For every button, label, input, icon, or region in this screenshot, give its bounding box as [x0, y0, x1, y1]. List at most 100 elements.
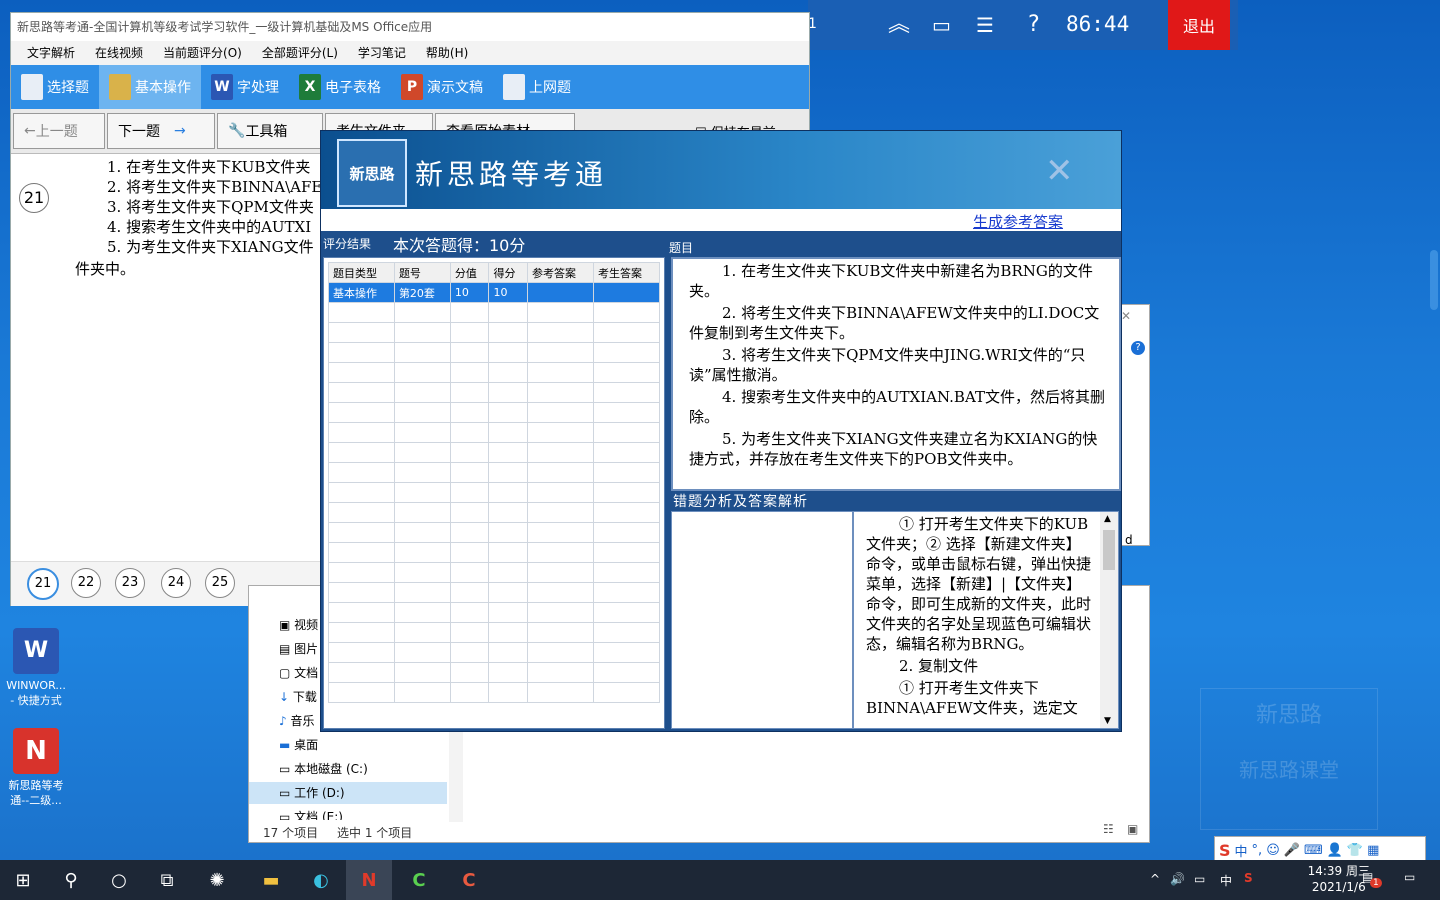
nav-item-desktop[interactable]: ▬ 桌面 [279, 736, 318, 753]
large-icons-view-icon[interactable]: ▣ [1127, 822, 1138, 836]
edge-browser-icon[interactable]: ◐ [298, 860, 344, 900]
nav-item-videos[interactable]: ▣ 视频 [279, 616, 318, 633]
desktop-icon-xinsilu[interactable]: N 新思路等考通--二级... [4, 728, 68, 808]
cortana-icon[interactable]: ○ [96, 860, 142, 900]
close-icon[interactable]: ✕ [1045, 151, 1074, 191]
menu-online-video[interactable]: 在线视频 [85, 41, 153, 65]
window-icon[interactable]: ▭ [932, 12, 951, 38]
page-23[interactable]: 23 [115, 568, 145, 598]
toolbox-button[interactable]: 🔧 工具箱 [217, 113, 323, 149]
grid-col-points[interactable]: 分值 [449, 262, 490, 283]
question-paragraph: 4. 搜索考生文件夹中的AUTXIAN.BAT文件，然后将其删除。 [689, 388, 1105, 426]
empty-row [328, 462, 661, 483]
next-question-button[interactable]: 下一题 → [107, 113, 215, 149]
punctuation-icon[interactable]: °, [1252, 843, 1263, 858]
close-icon[interactable]: ✕ [1121, 309, 1131, 323]
user-icon[interactable]: 👤 [1327, 843, 1343, 858]
desktop-icon-word[interactable]: W WINWOR... - 快捷方式 [4, 628, 68, 708]
document-icon: ▢ [279, 666, 295, 680]
page-22[interactable]: 22 [71, 568, 101, 598]
scroll-thumb[interactable] [1103, 530, 1115, 570]
question-line: 3. 将考生文件夹下QPM文件夹 [107, 198, 314, 216]
start-windows-icon[interactable]: ⊞ [0, 860, 46, 900]
task-view-icon[interactable]: ⧉ [144, 860, 190, 900]
question-paragraph: 5. 为考生文件夹下XIANG文件夹建立名为KXIANG的快捷方式，并存放在考生… [689, 430, 1098, 468]
generate-answer-link[interactable]: 生成参考答案 [973, 211, 1063, 232]
camtasia-red-icon[interactable]: C [446, 860, 492, 900]
nav-item-pictures[interactable]: ▤ 图片 [279, 640, 318, 657]
document-icon [21, 74, 43, 100]
empty-row [328, 422, 661, 443]
score-text: 本次答题得：10分 [393, 236, 526, 255]
tab-basic-operation[interactable]: 基本操作 [99, 65, 201, 109]
tab-word[interactable]: W 字处理 [201, 65, 289, 109]
empty-row [328, 322, 661, 343]
drive-icon: ▭ [279, 786, 295, 800]
question-text-panel[interactable]: 1. 在考生文件夹下KUB文件夹中新建名为BRNG的文件夹。 2. 将考生文件夹… [671, 257, 1121, 491]
nav-item-downloads[interactable]: ↓ 下载 [279, 688, 317, 705]
notification-badge: 1 [1370, 878, 1382, 888]
tab-internet[interactable]: 上网题 [493, 65, 581, 109]
score-grid: 题目类型 题号 分值 得分 参考答案 考生答案 基本操作 第20套 10 10 [328, 262, 661, 703]
analysis-scrollbar[interactable]: ▲ ▼ [1100, 512, 1118, 728]
scroll-up-icon[interactable]: ▲ [1104, 514, 1111, 524]
exit-button[interactable]: 退出 [1168, 0, 1230, 50]
microphone-icon[interactable]: 🎤 [1284, 843, 1300, 858]
menu-score-current[interactable]: 当前题评分(O) [153, 41, 252, 65]
prev-question-button[interactable]: ← 上一题 [13, 113, 105, 149]
menu-score-all[interactable]: 全部题评分(L) [252, 41, 348, 65]
clock[interactable]: 14:39 周三 2021/1/6 [1308, 863, 1370, 895]
camtasia-green-icon[interactable]: C [396, 860, 442, 900]
ime-mode[interactable]: 中 [1235, 841, 1248, 860]
menu-help[interactable]: 帮助(H) [416, 41, 478, 65]
analysis-list-panel[interactable] [671, 511, 853, 729]
collapse-icon[interactable]: ︽ [888, 12, 910, 38]
scroll-down-icon[interactable]: ▼ [1104, 716, 1111, 726]
help-icon[interactable]: ? [1028, 12, 1040, 38]
analysis-header: 错题分析及答案解析 [673, 494, 808, 510]
checklist-icon[interactable]: ☰ [976, 12, 994, 38]
analysis-text-panel[interactable]: ① 打开考生文件夹下的KUB文件夹；② 选择【新建文件夹】命令，或单击鼠标右键，… [853, 511, 1119, 729]
file-explorer-icon[interactable]: ▬ [248, 860, 294, 900]
nav-item-documents[interactable]: ▢ 文档 [279, 664, 318, 681]
nav-item-music[interactable]: ♪ 音乐 [279, 712, 315, 729]
tab-choice[interactable]: 选择题 [11, 65, 99, 109]
tab-powerpoint[interactable]: P 演示文稿 [391, 65, 493, 109]
search-icon[interactable]: ⚲ [48, 860, 94, 900]
nav-item-drive-d[interactable]: ▭ 工作 (D:) [249, 782, 447, 804]
grid-col-number[interactable]: 题号 [393, 262, 451, 283]
input-language[interactable]: 中 [1220, 872, 1232, 889]
sogou-tray-icon[interactable]: S [1244, 871, 1253, 885]
nav-item-drive-e[interactable]: ▭ 文档 (E:) [279, 808, 343, 820]
menu-study-notes[interactable]: 学习笔记 [348, 41, 416, 65]
empty-row [328, 562, 661, 583]
keyboard-icon[interactable]: ⌨ [1304, 843, 1323, 858]
empty-row [328, 342, 661, 363]
grid-col-reference[interactable]: 参考答案 [527, 262, 594, 283]
page-25[interactable]: 25 [205, 568, 235, 598]
skin-icon[interactable]: 👕 [1347, 843, 1363, 858]
grid-icon[interactable]: ▦ [1367, 843, 1379, 858]
menu-text-analysis[interactable]: 文字解析 [17, 41, 85, 65]
network-icon[interactable]: ▭ [1194, 872, 1205, 886]
table-row[interactable]: 基本操作 第20套 10 10 [328, 282, 661, 303]
tab-excel[interactable]: X 电子表格 [289, 65, 391, 109]
volume-icon[interactable]: 🔊 [1170, 872, 1185, 886]
empty-row [328, 622, 661, 643]
page-24[interactable]: 24 [161, 568, 191, 598]
page-21[interactable]: 21 [27, 568, 59, 600]
download-icon: ↓ [279, 690, 293, 704]
edge-scroll-indicator [1430, 250, 1438, 310]
grid-col-student[interactable]: 考生答案 [592, 262, 661, 283]
help-icon[interactable]: ? [1131, 341, 1145, 355]
grid-col-type[interactable]: 题目类型 [328, 262, 395, 283]
grid-col-score[interactable]: 得分 [488, 262, 529, 283]
xinsilu-taskbar-icon[interactable]: N [346, 860, 392, 900]
nav-item-drive-c[interactable]: ▭ 本地磁盘 (C:) [279, 760, 368, 777]
tray-chevron-icon[interactable]: ^ [1150, 872, 1160, 886]
system-tray: ^ 🔊 ▭ 中 S 14:39 周三 2021/1/6 ▤ 1 ▭ [1140, 860, 1440, 900]
pinwheel-app-icon[interactable]: ✺ [194, 860, 240, 900]
emoji-icon[interactable]: ☺ [1266, 843, 1280, 858]
details-view-icon[interactable]: ☷ [1103, 822, 1114, 836]
action-center-icon[interactable]: ▭ [1404, 870, 1415, 884]
